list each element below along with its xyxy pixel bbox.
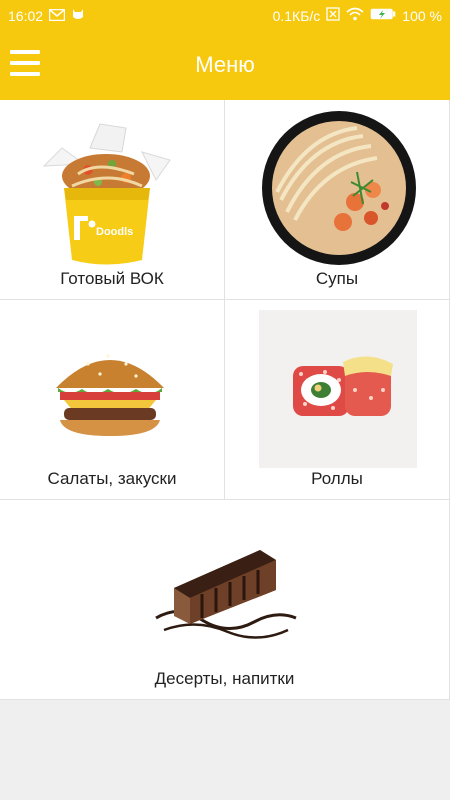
wok-box-image: Doodls bbox=[38, 120, 178, 270]
status-time: 16:02 bbox=[8, 7, 44, 24]
sushi-rolls-image bbox=[259, 310, 417, 468]
category-tile-soups[interactable]: Супы bbox=[225, 100, 450, 300]
category-tile-wok[interactable]: Doodls Готовый ВОК bbox=[0, 100, 225, 300]
sim-off-icon bbox=[326, 7, 340, 24]
battery-percent: 100 % bbox=[402, 7, 442, 24]
burger-image bbox=[50, 342, 170, 442]
category-tile-desserts[interactable]: Десерты, напитки bbox=[0, 500, 450, 700]
category-label: Салаты, закуски bbox=[47, 469, 177, 488]
category-tile-rolls[interactable]: Роллы bbox=[225, 300, 450, 500]
cat-icon bbox=[71, 7, 85, 24]
status-bar: 16:02 0.1КБ/с 100 % bbox=[0, 0, 450, 30]
app-bar: Меню bbox=[0, 30, 450, 100]
battery-icon bbox=[370, 7, 396, 24]
mail-icon bbox=[48, 8, 66, 24]
wok-box-brand: Doodls bbox=[96, 226, 133, 238]
cake-slice-image bbox=[150, 538, 300, 648]
page-title: Меню bbox=[195, 52, 255, 77]
category-label: Роллы bbox=[311, 469, 363, 488]
network-speed: 0.1КБ/с bbox=[272, 7, 321, 24]
category-label: Десерты, напитки bbox=[154, 669, 295, 688]
category-label: Готовый ВОК bbox=[60, 269, 164, 288]
category-tile-salads[interactable]: Салаты, закуски bbox=[0, 300, 225, 500]
category-label: Супы bbox=[315, 269, 359, 288]
wifi-icon bbox=[346, 7, 364, 24]
soup-bowl-image bbox=[259, 108, 419, 268]
